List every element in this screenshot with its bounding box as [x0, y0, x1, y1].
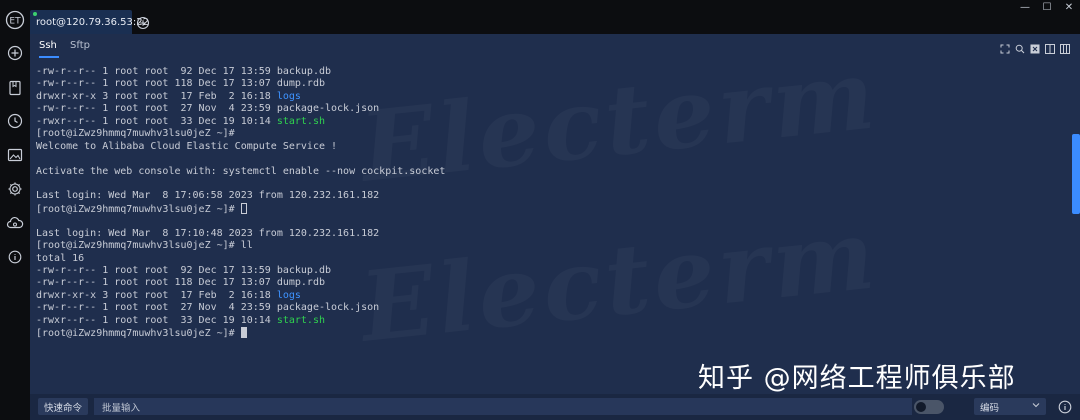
terminal-line: -rw-r--r-- 1 root root 118 Dec 17 13:07 …	[36, 78, 1066, 90]
terminal-line-text: [root@iZwz9hmmq7muwhv3lsu0jeZ ~]#	[36, 328, 241, 340]
terminal-line-text: -rw-r--r-- 1 root root 118 Dec 17 13:07	[36, 277, 277, 289]
add-tab-icon[interactable]	[136, 15, 150, 30]
terminal-line: Last login: Wed Mar 8 17:10:48 2023 from…	[36, 228, 1066, 240]
terminal-line: -rw-r--r-- 1 root root 92 Dec 17 13:59 b…	[36, 265, 1066, 277]
settings-gear-icon[interactable]	[5, 179, 25, 199]
image-icon[interactable]	[5, 145, 25, 165]
cloud-sync-icon[interactable]	[5, 213, 25, 233]
left-sidebar: ET	[0, 0, 30, 420]
history-clock-icon[interactable]	[5, 111, 25, 131]
terminal-filename: backup.db	[276, 265, 332, 276]
terminal-line-text: Last login: Wed Mar 8 17:10:48 2023 from…	[36, 227, 380, 239]
terminal-toolbar	[999, 42, 1070, 56]
terminal-line-text: Activate the web console with: systemctl…	[36, 165, 446, 177]
electerm-logo-icon[interactable]: ET	[5, 10, 25, 30]
encoding-select[interactable]: 编码	[974, 398, 1046, 415]
fullscreen-icon[interactable]	[999, 44, 1010, 55]
terminal-cursor	[240, 202, 247, 214]
quick-command-button[interactable]: 快速命令	[38, 398, 88, 415]
terminal-line-text: -rwxr--r-- 1 root root 33 Dec 19 10:14	[36, 115, 277, 127]
active-tab-indicator	[39, 56, 59, 58]
close-box-icon[interactable]	[1029, 44, 1040, 55]
terminal-line: -rwxr--r-- 1 root root 33 Dec 19 10:14 s…	[36, 315, 1066, 327]
session-tab-strip: root@120.79.36.53:22 — ☐ ✕	[30, 0, 1080, 36]
terminal-filename: logs	[276, 289, 301, 301]
terminal-line: -rw-r--r-- 1 root root 27 Nov 4 23:59 pa…	[36, 103, 1066, 115]
terminal-line-text: -rw-r--r-- 1 root root 92 Dec 17 13:59	[36, 66, 277, 77]
terminal-line: [root@iZwz9hmmq7muwhv3lsu0jeZ ~]#	[36, 202, 1066, 215]
close-window-button[interactable]: ✕	[1056, 0, 1080, 14]
terminal-filename: dump.rdb	[276, 78, 325, 90]
split-horizontal-icon[interactable]	[1044, 44, 1055, 55]
split-vertical-icon[interactable]	[1059, 44, 1070, 55]
terminal-output[interactable]: -rw-r--r-- 1 root root 92 Dec 17 13:59 b…	[36, 66, 1066, 386]
zhihu-watermark-text: 知乎 @网络工程师俱乐部	[698, 363, 1016, 394]
terminal-line-text: -rw-r--r-- 1 root root 27 Nov 4 23:59	[36, 103, 277, 115]
terminal-filename: package-lock.json	[276, 302, 380, 314]
terminal-line: Welcome to Alibaba Cloud Elastic Compute…	[36, 141, 1066, 153]
terminal-line: -rwxr--r-- 1 root root 33 Dec 19 10:14 s…	[36, 116, 1066, 128]
terminal-line: -rw-r--r-- 1 root root 27 Nov 4 23:59 pa…	[36, 302, 1066, 314]
terminal-line-text: Last login: Wed Mar 8 17:06:58 2023 from…	[36, 190, 380, 202]
terminal-line: [root@iZwz9hmmq7muwhv3lsu0jeZ ~]#	[36, 327, 1066, 339]
terminal-filename: package-lock.json	[276, 103, 380, 115]
chevron-down-icon	[1032, 401, 1040, 412]
terminal-filename: dump.rdb	[276, 277, 325, 289]
terminal-line: Last login: Wed Mar 8 17:06:58 2023 from…	[36, 190, 1066, 202]
terminal-filename: backup.db	[276, 66, 332, 77]
terminal-scrollbar[interactable]	[1072, 134, 1080, 214]
terminal-line-text: drwxr-xr-x 3 root root 17 Feb 2 16:18	[36, 90, 277, 102]
session-tab[interactable]: root@120.79.36.53:22	[30, 10, 149, 34]
terminal-panel: Ssh Sftp Electerm Electerm -rw-r--r-- 1 …	[30, 34, 1080, 420]
terminal-line: -rw-r--r-- 1 root root 118 Dec 17 13:07 …	[36, 277, 1066, 289]
subtab-bar: Ssh Sftp	[30, 34, 1080, 60]
terminal-line-text: -rwxr--r-- 1 root root 33 Dec 19 10:14	[36, 314, 277, 326]
bottom-command-bar: 快速命令 批量输入 编码	[30, 394, 1080, 420]
terminal-line: [root@iZwz9hmmq7muwhv3lsu0jeZ ~]#	[36, 128, 1066, 140]
add-circle-icon[interactable]	[5, 43, 25, 63]
toggle-knob	[916, 402, 926, 412]
terminal-line-text: -rw-r--r-- 1 root root 92 Dec 17 13:59	[36, 265, 277, 276]
terminal-line-text: total 16	[36, 252, 85, 264]
encoding-label: 编码	[980, 402, 1000, 414]
batch-input-field[interactable]: 批量输入	[94, 398, 912, 415]
tab-ssh[interactable]: Ssh	[39, 40, 57, 51]
terminal-line: [root@iZwz9hmmq7muwhv3lsu0jeZ ~]# ll	[36, 240, 1066, 252]
terminal-cursor	[240, 327, 247, 339]
batch-input-toggle[interactable]	[914, 400, 944, 414]
terminal-line-text: [root@iZwz9hmmq7muwhv3lsu0jeZ ~]#	[36, 128, 241, 140]
terminal-line: Activate the web console with: systemctl…	[36, 166, 1066, 178]
terminal-line-text: -rw-r--r-- 1 root root 118 Dec 17 13:07	[36, 78, 277, 90]
info-icon[interactable]	[5, 247, 25, 267]
help-info-icon[interactable]	[1058, 399, 1072, 414]
terminal-line: drwxr-xr-x 3 root root 17 Feb 2 16:18 lo…	[36, 91, 1066, 103]
terminal-line: -rw-r--r-- 1 root root 92 Dec 17 13:59 b…	[36, 66, 1066, 78]
bookmark-icon[interactable]	[5, 78, 25, 98]
terminal-line-text: -rw-r--r-- 1 root root 27 Nov 4 23:59	[36, 302, 277, 314]
terminal-line-text: Welcome to Alibaba Cloud Elastic Compute…	[36, 140, 338, 152]
connection-status-dot	[33, 12, 37, 16]
svg-text:ET: ET	[9, 17, 21, 27]
terminal-line-text: drwxr-xr-x 3 root root 17 Feb 2 16:18	[36, 289, 277, 301]
terminal-line: total 16	[36, 253, 1066, 265]
search-icon[interactable]	[1014, 44, 1025, 55]
tab-sftp[interactable]: Sftp	[70, 40, 90, 51]
session-tab-title: root@120.79.36.53:22	[36, 16, 149, 28]
terminal-line-text: [root@iZwz9hmmq7muwhv3lsu0jeZ ~]#	[36, 203, 241, 215]
terminal-line: drwxr-xr-x 3 root root 17 Feb 2 16:18 lo…	[36, 290, 1066, 302]
terminal-filename: start.sh	[276, 115, 325, 127]
terminal-filename: logs	[276, 90, 301, 102]
terminal-filename: start.sh	[276, 314, 325, 326]
terminal-line-text: [root@iZwz9hmmq7muwhv3lsu0jeZ ~]# ll	[36, 240, 253, 252]
